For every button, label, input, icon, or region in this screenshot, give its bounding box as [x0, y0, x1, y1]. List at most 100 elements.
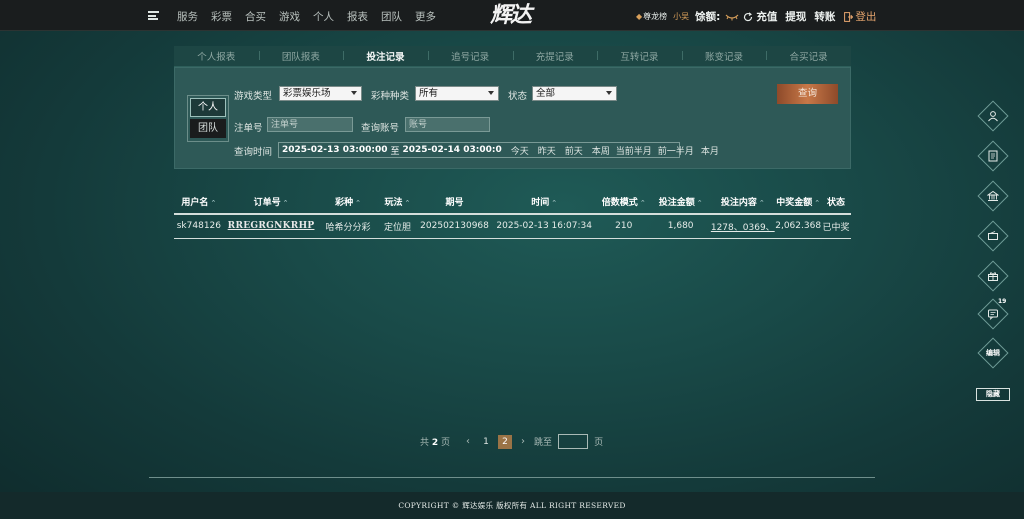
sort-icon: ⌃ — [696, 198, 703, 207]
col-lottery[interactable]: 彩种 ⌃ — [318, 189, 378, 215]
logout-link[interactable]: 登出 — [855, 9, 876, 24]
prev-page-icon[interactable]: ‹ — [466, 436, 470, 447]
cell-bet-content-link[interactable]: 1278、0369、 — [710, 214, 776, 239]
wallet-icon — [988, 231, 998, 240]
chevron-down-icon — [351, 91, 357, 95]
date-separator: 至 — [390, 146, 400, 157]
quick-date-day-before[interactable]: 前天 — [565, 144, 583, 157]
col-order-no[interactable]: 订单号 ⌃ — [223, 189, 319, 215]
col-time[interactable]: 时间 ⌃ — [491, 189, 597, 215]
col-multiple-mode[interactable]: 倍数模式 ⌃ — [596, 189, 651, 215]
col-play-type[interactable]: 玩法 ⌃ — [377, 189, 418, 215]
cell-username: sk748126 — [174, 214, 224, 239]
footer: COPYRIGHT © 辉达娱乐 版权所有 ALL RIGHT RESERVED — [0, 492, 1024, 519]
tab-transfer-records[interactable]: 互转记录 — [597, 49, 682, 63]
nav-item-personal[interactable]: 个人 — [313, 9, 334, 24]
lottery-kind-label: 彩种种类 — [371, 91, 410, 102]
refresh-icon[interactable] — [743, 11, 753, 22]
top-bar: 服务 彩票 合买 游戏 个人 报表 团队 更多 辉达 ◆尊龙榜 小吴 馀额: 充… — [0, 0, 1024, 31]
sort-icon: ⌃ — [639, 198, 646, 207]
query-button[interactable]: 查询 — [777, 84, 838, 104]
nav-item-more[interactable]: 更多 — [415, 9, 436, 24]
logout-icon[interactable] — [844, 11, 854, 22]
site-logo[interactable]: 辉达 — [490, 0, 536, 30]
col-username[interactable]: 用户名 ⌃ — [174, 189, 224, 215]
scope-personal-button[interactable]: 个人 — [190, 98, 226, 117]
transfer-link[interactable]: 转账 — [814, 9, 835, 24]
recharge-link[interactable]: 充值 — [756, 9, 777, 24]
page-1-button[interactable]: 1 — [479, 435, 493, 449]
tab-bet-records[interactable]: 投注记录 — [343, 49, 428, 63]
nav-item-group-buy[interactable]: 合买 — [245, 9, 266, 24]
user-icon — [988, 111, 998, 122]
scope-team-button[interactable]: 团队 — [190, 119, 226, 138]
username: 小吴 — [673, 12, 690, 21]
page-2-button[interactable]: 2 — [498, 434, 513, 449]
order-no-input[interactable] — [267, 117, 353, 132]
document-icon — [988, 150, 998, 162]
table-row[interactable]: sk748126 RREGRGNKRHP 哈希分分彩 定位胆 202502130… — [174, 214, 851, 239]
order-no-label: 注单号 — [234, 123, 263, 134]
quick-date-this-week[interactable]: 本周 — [592, 144, 610, 157]
float-wallet-button[interactable] — [977, 220, 1009, 252]
float-user-button[interactable] — [977, 100, 1009, 132]
date-to-input[interactable]: 2025-02-14 03:00:0 — [403, 145, 502, 155]
jump-label: 跳至 — [534, 438, 553, 448]
scope-toggle: 个人 团队 — [187, 95, 229, 142]
sort-icon: ⌃ — [814, 198, 821, 207]
float-gift-button[interactable] — [977, 260, 1009, 292]
sort-icon: ⌃ — [404, 198, 411, 207]
cell-multiple-mode: 210 — [596, 214, 651, 239]
jump-page-input[interactable] — [558, 434, 589, 449]
date-range-row: 2025-02-13 03:00:00 至 2025-02-14 03:00:0… — [278, 142, 719, 158]
gift-icon — [988, 272, 998, 281]
cell-order-no-link[interactable]: RREGRGNKRHP — [223, 214, 319, 239]
time-label: 查询时间 — [234, 147, 273, 158]
nav-item-games[interactable]: 游戏 — [279, 9, 300, 24]
game-type-select[interactable]: 彩票娱乐场 — [279, 86, 362, 101]
quick-date-this-month[interactable]: 本月 — [701, 144, 719, 157]
nav-item-reports[interactable]: 报表 — [347, 9, 368, 24]
tab-chase-records[interactable]: 追号记录 — [427, 49, 513, 63]
float-edit-button[interactable]: 编辑 — [977, 337, 1009, 369]
quick-date-yesterday[interactable]: 昨天 — [538, 144, 556, 157]
eye-closed-icon[interactable] — [725, 12, 739, 22]
cell-status: 已中奖 — [821, 214, 851, 239]
col-win-amount[interactable]: 中奖金额 ⌃ — [775, 189, 822, 215]
nav-item-service[interactable]: 服务 — [177, 9, 198, 24]
status-select[interactable]: 全部 — [532, 86, 617, 101]
cell-bet-amount: 1,680 — [651, 214, 711, 239]
quick-date-today[interactable]: 今天 — [511, 144, 529, 157]
table-header-row: 用户名 ⌃ 订单号 ⌃ 彩种 ⌃ 玩法 ⌃ 期号 时间 ⌃ 倍数模式 ⌃ 投注金额 ⌃ 投注内… — [174, 189, 851, 215]
quick-date-previous-half-month[interactable]: 前一半月 — [658, 144, 694, 157]
float-service-button[interactable] — [977, 180, 1009, 212]
copyright-text: COPYRIGHT © 辉达娱乐 版权所有 ALL RIGHT RESERVED — [398, 501, 626, 510]
balance-label: 馀额: — [695, 11, 721, 23]
cell-time: 2025-02-13 16:07:34 — [491, 214, 597, 239]
vip-label: ◆尊龙榜 — [636, 12, 668, 21]
float-message-button[interactable]: 19 — [977, 298, 1009, 330]
col-bet-amount[interactable]: 投注金额 ⌃ — [651, 189, 711, 215]
tab-account-change-records[interactable]: 账变记录 — [681, 49, 767, 63]
tab-group-buy-records[interactable]: 合买记录 — [766, 49, 851, 63]
next-page-icon[interactable]: › — [521, 436, 525, 447]
date-from-input[interactable]: 2025-02-13 03:00:00 — [282, 145, 387, 155]
float-notes-button[interactable] — [977, 140, 1009, 172]
col-bet-content[interactable]: 投注内容 ⌃ — [710, 189, 776, 215]
sort-icon: ⌃ — [551, 198, 558, 207]
chevron-down-icon — [488, 91, 494, 95]
nav-item-lottery[interactable]: 彩票 — [211, 9, 232, 24]
quick-date-current-half-month[interactable]: 当前半月 — [616, 144, 652, 157]
menu-icon[interactable] — [148, 11, 159, 20]
tab-deposit-withdraw-records[interactable]: 充提记录 — [512, 49, 598, 63]
status-label: 状态 — [508, 91, 528, 102]
withdraw-link[interactable]: 提现 — [785, 9, 806, 24]
nav-item-team[interactable]: 团队 — [381, 9, 402, 24]
account-input[interactable] — [405, 117, 490, 132]
jump-suffix: 页 — [594, 438, 604, 448]
hide-float-button[interactable]: 隐藏 — [976, 388, 1010, 401]
lottery-kind-select[interactable]: 所有 — [415, 86, 499, 101]
tab-personal-report[interactable]: 个人报表 — [174, 49, 259, 63]
tab-team-report[interactable]: 团队报表 — [258, 49, 344, 63]
filter-panel: 个人 团队 游戏类型 彩票娱乐场 彩种种类 所有 状态 全部 查询 注单号 查询… — [174, 67, 851, 169]
